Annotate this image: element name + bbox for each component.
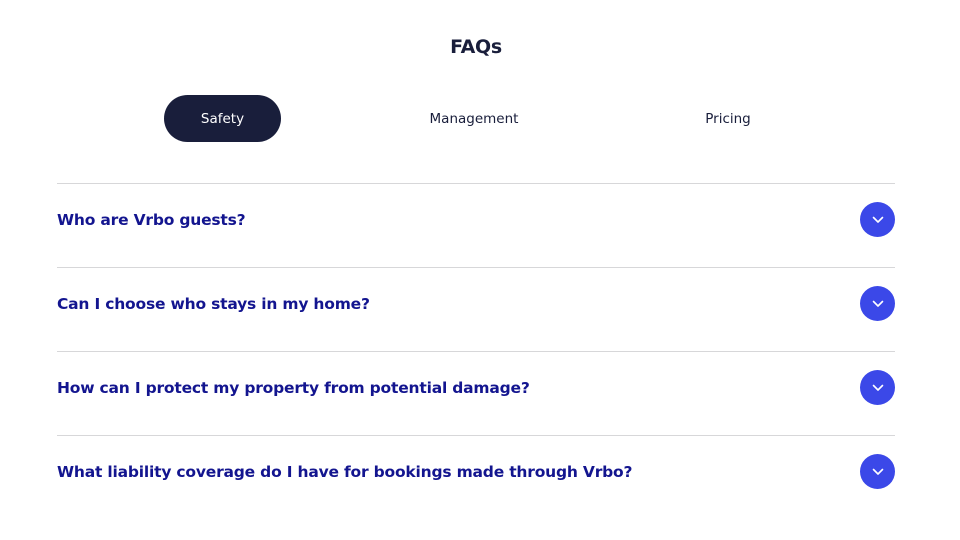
chevron-down-icon [872, 216, 883, 223]
faq-question[interactable]: Can I choose who stays in my home? [57, 293, 370, 315]
faq-question[interactable]: Who are Vrbo guests? [57, 209, 246, 231]
tab-pricing[interactable]: Pricing [668, 95, 788, 142]
expand-button[interactable] [860, 286, 895, 321]
page-title: FAQs [450, 36, 502, 58]
expand-button[interactable] [860, 202, 895, 237]
expand-button[interactable] [860, 370, 895, 405]
faq-item[interactable]: What liability coverage do I have for bo… [57, 435, 895, 519]
faq-question[interactable]: How can I protect my property from poten… [57, 377, 530, 399]
faq-item[interactable]: How can I protect my property from poten… [57, 351, 895, 435]
faq-question[interactable]: What liability coverage do I have for bo… [57, 461, 632, 483]
chevron-down-icon [872, 300, 883, 307]
faq-item[interactable]: Can I choose who stays in my home? [57, 267, 895, 351]
tab-safety[interactable]: Safety [164, 95, 281, 142]
faq-category-tabs: Safety Management Pricing [0, 95, 960, 142]
chevron-down-icon [872, 384, 883, 391]
chevron-down-icon [872, 468, 883, 475]
faq-list: Who are Vrbo guests? Can I choose who st… [57, 183, 895, 519]
faq-item[interactable]: Who are Vrbo guests? [57, 183, 895, 267]
expand-button[interactable] [860, 454, 895, 489]
tab-management[interactable]: Management [404, 95, 544, 142]
